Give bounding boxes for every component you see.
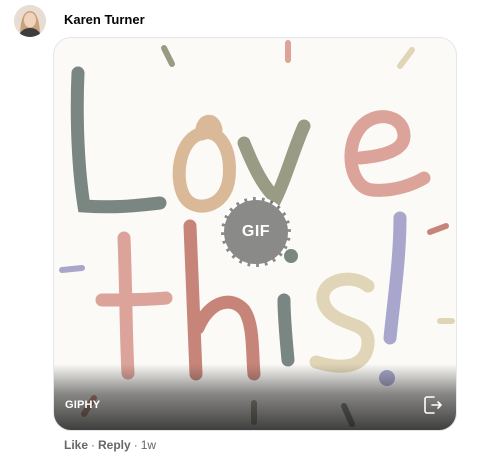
gif-caption-bar: GIPHY <box>54 364 456 430</box>
gif-play-badge[interactable]: GIF <box>221 197 291 267</box>
gif-attachment[interactable]: GIF GIPHY <box>53 37 457 431</box>
separator: · <box>91 438 96 452</box>
reply-link[interactable]: Reply <box>98 438 131 452</box>
gif-provider-label: GIPHY <box>65 399 101 411</box>
comment-actions: Like · Reply · 1w <box>64 438 156 452</box>
comment-author[interactable]: Karen Turner <box>64 12 145 27</box>
gif-badge-label: GIF <box>241 223 271 240</box>
like-link[interactable]: Like <box>64 438 88 452</box>
separator: · <box>133 438 138 452</box>
share-icon[interactable] <box>420 393 444 417</box>
avatar[interactable] <box>14 5 46 37</box>
comment-timestamp[interactable]: 1w <box>141 438 156 452</box>
